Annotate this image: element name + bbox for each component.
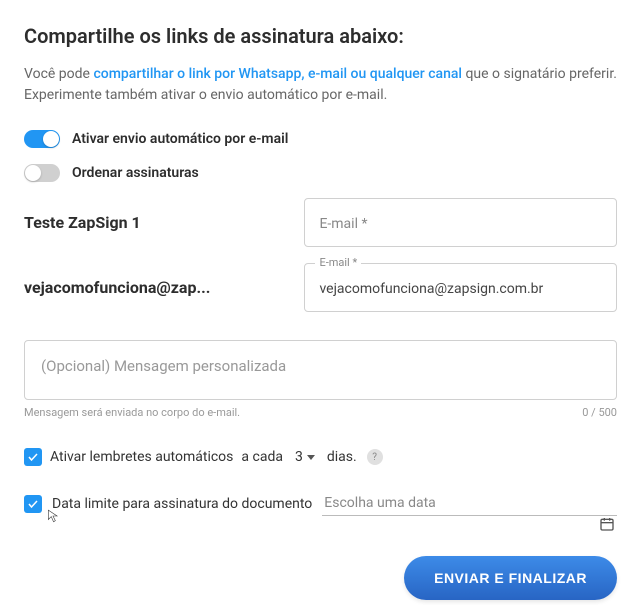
signer-email-input[interactable]: E-mail * vejacomofunciona@zapsign.com.br — [304, 263, 617, 312]
email-value: vejacomofunciona@zapsign.com.br — [319, 281, 543, 297]
reminders-interval-value: 3 — [295, 449, 303, 465]
email-float-label: E-mail * — [315, 256, 361, 269]
deadline-label: Data limite para assinatura do documento — [52, 496, 312, 512]
toggle-order-row: Ordenar assinaturas — [24, 164, 617, 182]
reminders-interval-select[interactable]: 3 — [291, 447, 319, 467]
message-counter: 0 / 500 — [582, 406, 617, 419]
toggle-order-signatures[interactable] — [24, 164, 60, 182]
deadline-checkbox[interactable] — [24, 495, 42, 513]
reminders-unit: dias. — [327, 449, 357, 465]
signer-list: Teste ZapSign 1 E-mail * vejacomofuncion… — [24, 198, 617, 312]
deadline-date-input[interactable]: Escolha uma data — [322, 491, 617, 516]
message-placeholder: (Opcional) Mensagem personalizada — [41, 357, 286, 375]
toggle-auto-email-label: Ativar envio automático por e-mail — [72, 131, 288, 147]
signer-email-input[interactable]: E-mail * — [304, 198, 617, 247]
reminders-checkbox[interactable] — [24, 448, 42, 466]
signer-name: Teste ZapSign 1 — [24, 213, 284, 232]
signer-name: vejacomofunciona@zap... — [24, 278, 284, 297]
toggle-knob — [43, 131, 59, 147]
info-icon[interactable]: ? — [367, 449, 383, 465]
intro-share-link[interactable]: compartilhar o link por Whatsapp, e-mail… — [93, 66, 462, 82]
check-icon — [27, 498, 39, 510]
check-icon — [27, 451, 39, 463]
intro-prefix: Você pode — [24, 66, 93, 82]
reminders-label: Ativar lembretes automáticos — [50, 449, 233, 465]
reminders-row: Ativar lembretes automáticos a cada 3 di… — [24, 447, 617, 467]
calendar-icon[interactable] — [599, 516, 615, 532]
submit-row: ENVIAR E FINALIZAR — [24, 556, 617, 600]
message-meta: Mensagem será enviada no corpo do e-mail… — [24, 406, 617, 419]
message-hint: Mensagem será enviada no corpo do e-mail… — [24, 406, 240, 419]
chevron-down-icon — [307, 455, 315, 460]
email-placeholder: E-mail * — [319, 216, 367, 232]
page-title: Compartilhe os links de assinatura abaix… — [24, 24, 617, 48]
submit-button[interactable]: ENVIAR E FINALIZAR — [404, 556, 617, 600]
toggle-knob — [25, 165, 41, 181]
message-textarea[interactable]: (Opcional) Mensagem personalizada — [24, 340, 617, 400]
toggle-order-label: Ordenar assinaturas — [72, 165, 199, 181]
toggle-auto-email-row: Ativar envio automático por e-mail — [24, 130, 617, 148]
deadline-row: Data limite para assinatura do documento… — [24, 491, 617, 516]
deadline-placeholder: Escolha uma data — [324, 495, 436, 511]
intro-text: Você pode compartilhar o link por Whatsa… — [24, 64, 617, 106]
reminders-every: a cada — [241, 449, 283, 465]
toggle-auto-email[interactable] — [24, 130, 60, 148]
